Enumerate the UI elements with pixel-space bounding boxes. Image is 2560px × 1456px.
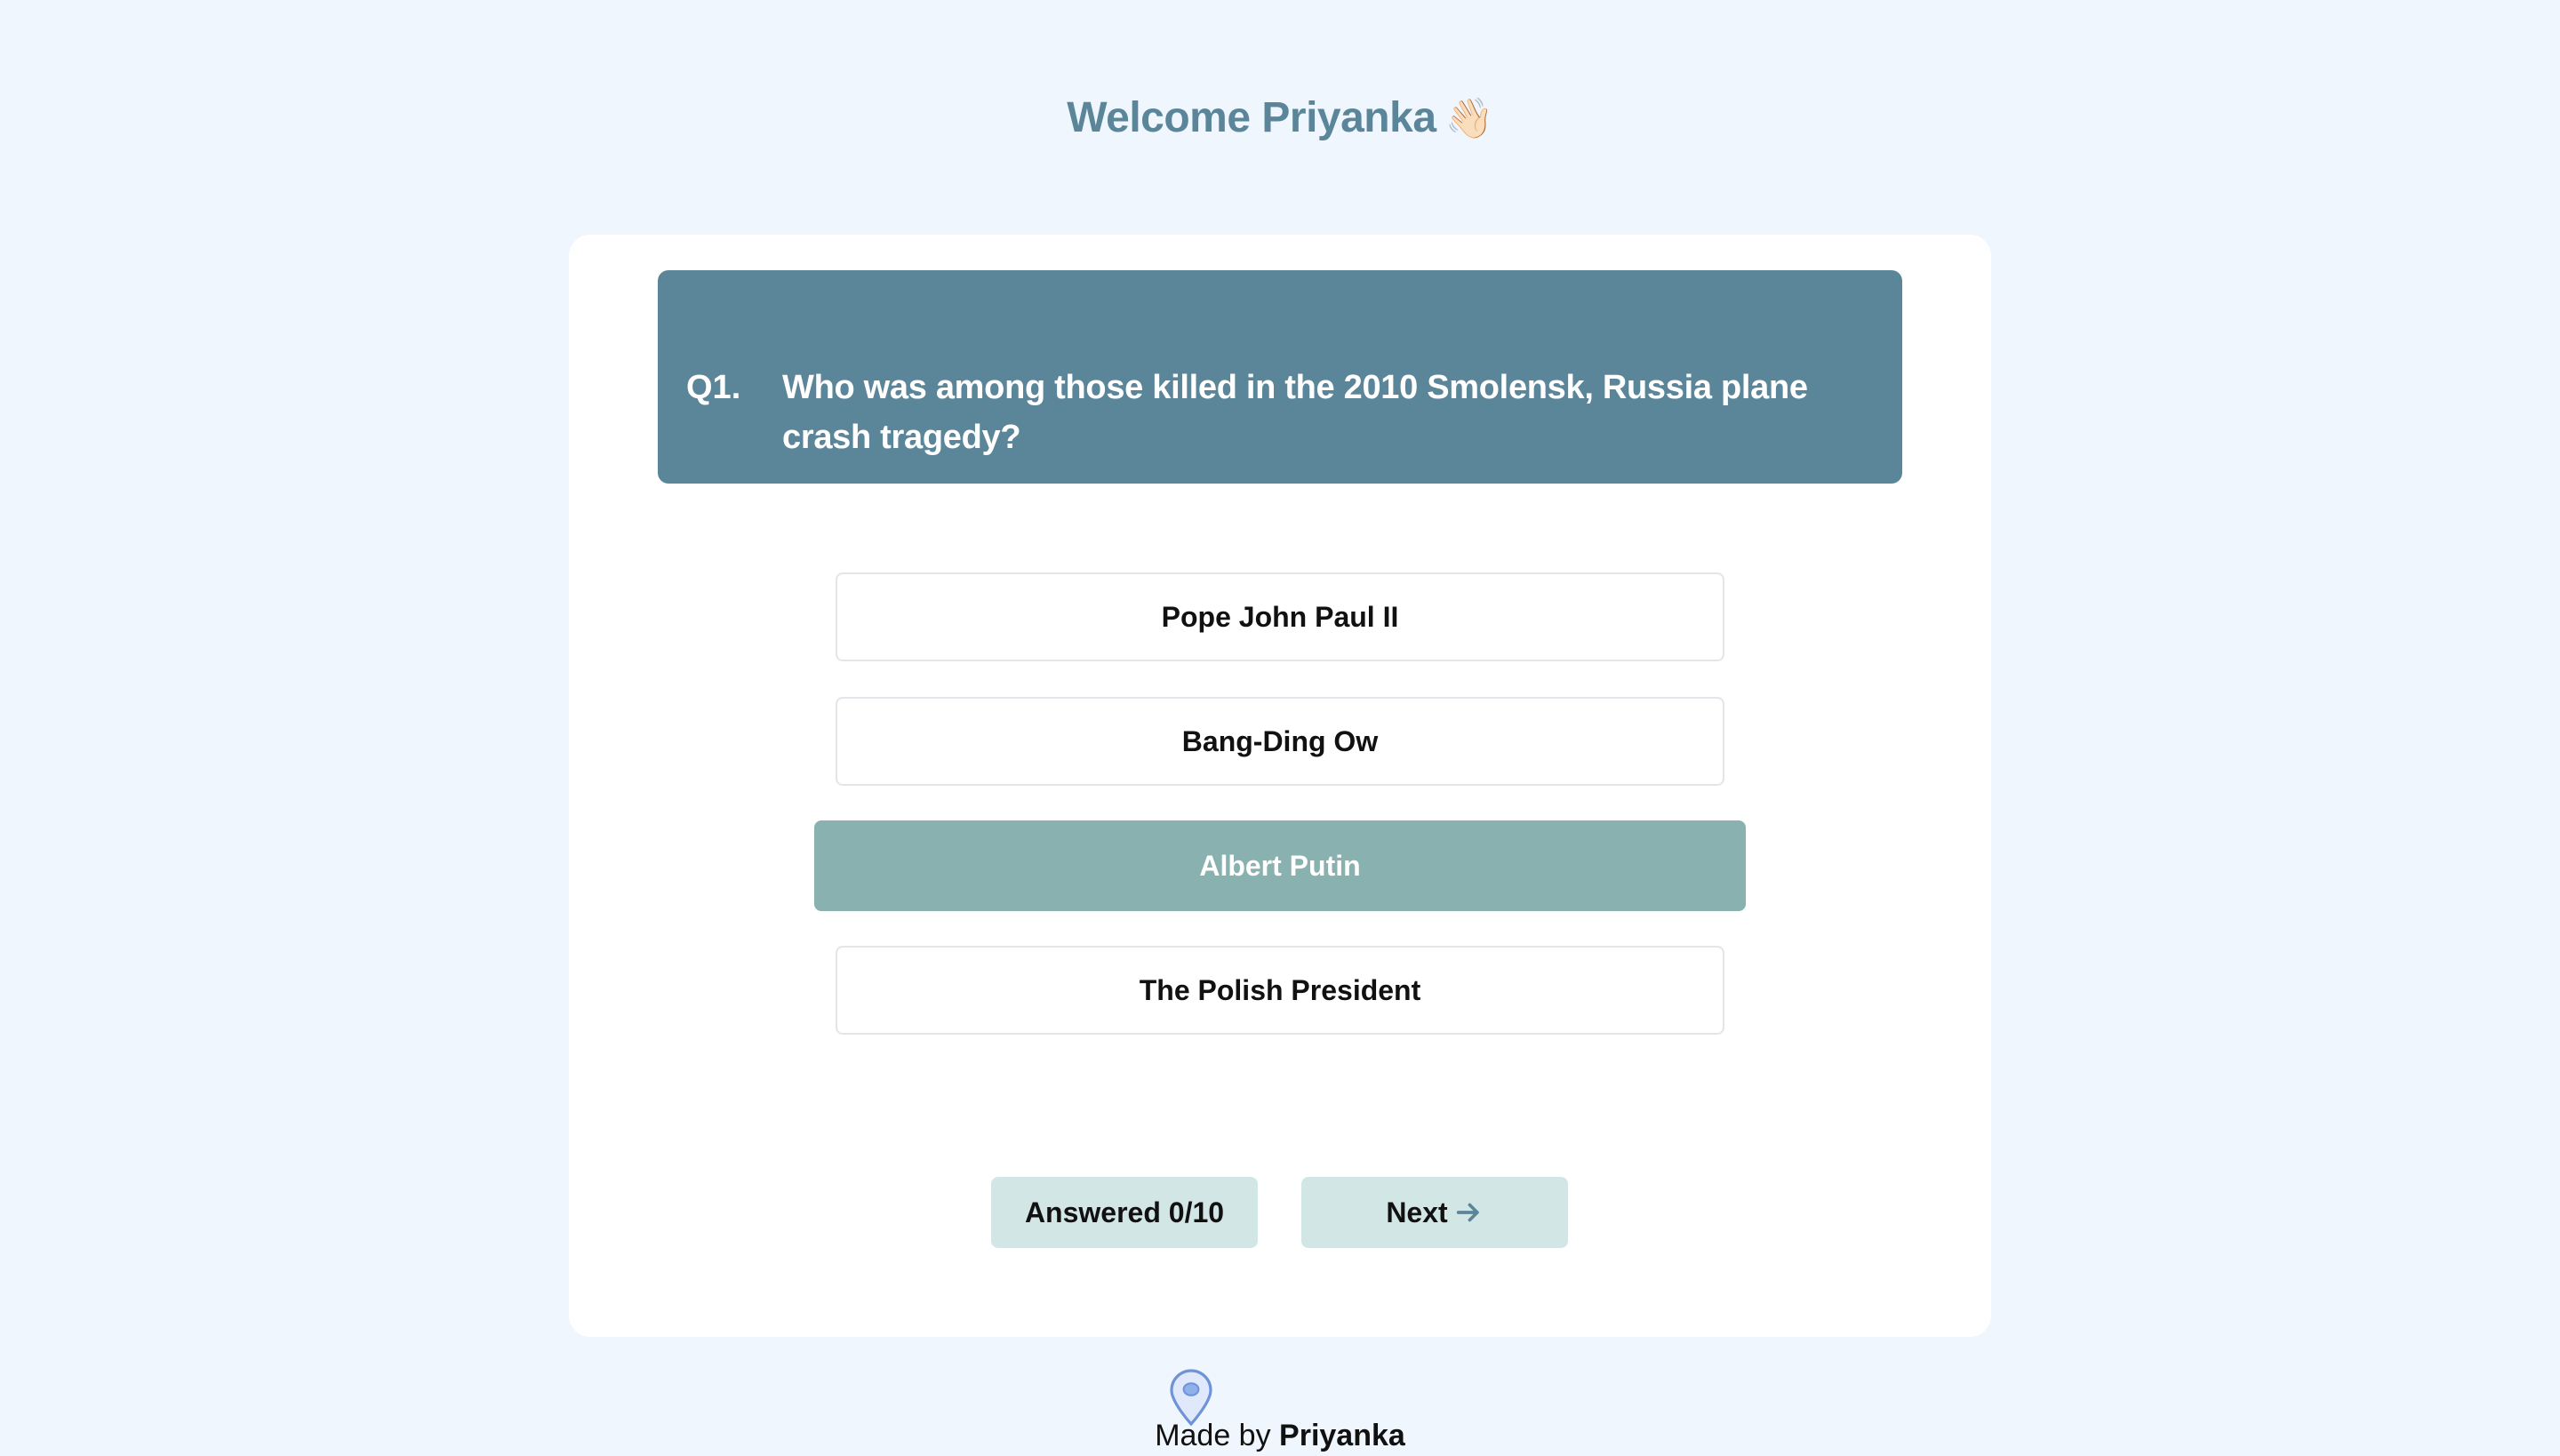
footer-credit: Made by Priyanka bbox=[0, 1415, 2560, 1456]
footer-author: Priyanka bbox=[1279, 1419, 1405, 1452]
answer-option-3-selected[interactable]: Albert Putin bbox=[814, 820, 1746, 911]
waving-hand-icon: 👋🏻 bbox=[1444, 97, 1494, 140]
question-panel: Q1. Who was among those killed in the 20… bbox=[658, 270, 1902, 484]
answer-option-4[interactable]: The Polish President bbox=[836, 946, 1724, 1035]
question-number: Q1. bbox=[686, 369, 741, 406]
answered-count-badge: Answered 0/10 bbox=[991, 1177, 1258, 1248]
next-button[interactable]: Next bbox=[1301, 1177, 1568, 1248]
arrow-right-icon bbox=[1456, 1203, 1479, 1222]
footer-prefix: Made by bbox=[1155, 1419, 1271, 1452]
quiz-card: Q1. Who was among those killed in the 20… bbox=[569, 235, 1991, 1337]
answer-option-2[interactable]: Bang-Ding Ow bbox=[836, 697, 1724, 786]
question-text: Who was among those killed in the 2010 S… bbox=[782, 369, 1808, 456]
welcome-text: Welcome Priyanka bbox=[1067, 94, 1436, 141]
next-button-label: Next bbox=[1386, 1196, 1448, 1228]
answer-option-1[interactable]: Pope John Paul II bbox=[836, 572, 1724, 661]
welcome-heading: Welcome Priyanka 👋🏻 bbox=[0, 89, 2560, 148]
